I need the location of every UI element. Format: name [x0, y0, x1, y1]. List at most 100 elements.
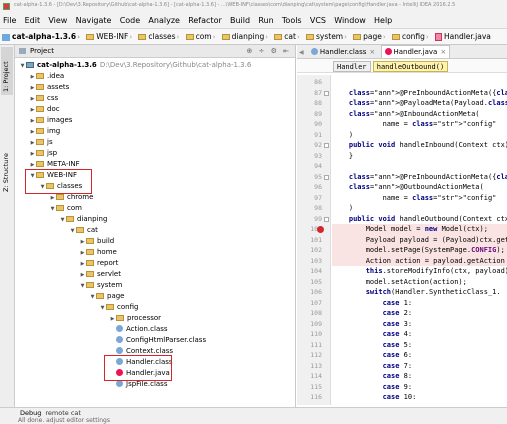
- menu-file[interactable]: File: [0, 13, 19, 25]
- code-line[interactable]: model.setAction(action);: [332, 277, 507, 288]
- code-line[interactable]: Payload payload = (Payload)ctx.get: [332, 234, 507, 245]
- tree-item-img[interactable]: ▶ img: [29, 126, 61, 137]
- menu-help[interactable]: Help: [371, 13, 395, 25]
- expand-arrow-icon[interactable]: ▼: [19, 61, 26, 72]
- code-line[interactable]: case 2:: [332, 308, 507, 319]
- tree-item-js[interactable]: ▶ js: [29, 137, 53, 148]
- tree-item-jsp[interactable]: ▶ jsp: [29, 148, 57, 159]
- code-area[interactable]: class="ann">@PreInboundActionMeta({class…: [332, 75, 507, 405]
- code-line[interactable]: model.setPage(SystemPage.CONFIG);: [332, 245, 507, 256]
- code-line[interactable]: [332, 161, 507, 172]
- tree-item-images[interactable]: ▶ images: [29, 115, 73, 126]
- code-line[interactable]: ): [332, 203, 507, 214]
- menu-analyze[interactable]: Analyze: [145, 13, 183, 25]
- code-line[interactable]: Action action = payload.getAction: [332, 255, 507, 266]
- tree-item-report[interactable]: ▶ report: [79, 258, 119, 269]
- tree-item-assets[interactable]: ▶ assets: [29, 82, 70, 93]
- expand-arrow-icon[interactable]: ▼: [99, 303, 106, 314]
- debug-tool-tab[interactable]: Debug remote cat: [20, 409, 81, 417]
- breakpoint-icon[interactable]: [317, 226, 324, 233]
- menu-edit[interactable]: Edit: [22, 13, 44, 25]
- editor-crumb-class[interactable]: Handler: [333, 61, 371, 72]
- expand-arrow-icon[interactable]: ▼: [89, 292, 96, 303]
- menu-vcs[interactable]: VCS: [307, 13, 329, 25]
- code-line[interactable]: class="ann">@InboundActionMeta(: [332, 109, 507, 120]
- editor-crumb-method[interactable]: handleOutbound(): [372, 61, 449, 72]
- fold-marker-icon[interactable]: [324, 90, 329, 96]
- nav-crumb-classes[interactable]: classes›: [136, 29, 181, 44]
- tree-item-doc[interactable]: ▶ doc: [29, 104, 60, 115]
- nav-crumb-system[interactable]: system›: [304, 29, 349, 44]
- tree-item-config[interactable]: ▼ config: [99, 302, 139, 314]
- menu-tools[interactable]: Tools: [279, 13, 305, 25]
- panel-controls-icon[interactable]: ⊕ ÷ ⚙ ⇤: [246, 47, 291, 55]
- code-line[interactable]: public void handleOutbound(Context ctx: [332, 214, 507, 225]
- code-line[interactable]: name = class="str">"config": [332, 193, 507, 204]
- menu-code[interactable]: Code: [117, 13, 143, 25]
- menu-run[interactable]: Run: [255, 13, 276, 25]
- tree-item-dianping[interactable]: ▼ dianping: [59, 214, 108, 226]
- tree-item-com[interactable]: ▼ com: [49, 203, 82, 214]
- tree-item-system[interactable]: ▼ system: [79, 280, 123, 292]
- tree-item-build[interactable]: ▶ build: [79, 236, 115, 247]
- tree-item-servlet[interactable]: ▶ servlet: [79, 269, 121, 280]
- expand-arrow-icon[interactable]: ▼: [79, 281, 86, 292]
- tree-item-action-class[interactable]: ▶Action.class: [109, 324, 168, 335]
- code-line[interactable]: class="ann">@PreInboundActionMeta({class…: [332, 88, 507, 99]
- nav-crumb-dianping[interactable]: dianping›: [220, 29, 270, 44]
- code-line[interactable]: }: [332, 151, 507, 162]
- code-line[interactable]: class="ann">@PayloadMeta(Payload.class): [332, 98, 507, 109]
- code-line[interactable]: case 4:: [332, 329, 507, 340]
- nav-crumb-web-inf[interactable]: WEB-INF›: [84, 29, 134, 44]
- tool-tab-project[interactable]: 1: Project: [1, 47, 13, 95]
- tree-item-cat[interactable]: ▼ cat: [69, 225, 98, 236]
- expand-arrow-icon[interactable]: ▼: [69, 226, 76, 237]
- tree-item-idea[interactable]: ▶ .idea: [29, 71, 65, 82]
- tool-tab-structure[interactable]: Z: Structure: [1, 137, 13, 195]
- code-line[interactable]: switch(Handler.SyntheticClass_1.: [332, 287, 507, 298]
- code-line[interactable]: ): [332, 130, 507, 141]
- nav-crumb-handler-java[interactable]: Handler.java: [433, 29, 493, 44]
- tree-item-css[interactable]: ▶ css: [29, 93, 59, 104]
- menu-navigate[interactable]: Navigate: [73, 13, 115, 25]
- nav-crumb-page[interactable]: page›: [351, 29, 388, 44]
- project-panel-title[interactable]: Project: [30, 47, 54, 55]
- tree-item-home[interactable]: ▶ home: [79, 247, 117, 258]
- code-line[interactable]: class="ann">@OutboundActionMeta(: [332, 182, 507, 193]
- tree-item-confightmlparser-class[interactable]: ▶ConfigHtmlParser.class: [109, 335, 206, 346]
- code-line[interactable]: name = class="str">"config": [332, 119, 507, 130]
- code-line[interactable]: case 1:: [332, 298, 507, 309]
- code-line[interactable]: case 6:: [332, 350, 507, 361]
- expand-arrow-icon[interactable]: ▼: [49, 204, 56, 215]
- code-line[interactable]: case 7:: [332, 361, 507, 372]
- menu-refactor[interactable]: Refactor: [185, 13, 225, 25]
- tree-item-page[interactable]: ▼ page: [89, 291, 125, 303]
- menu-build[interactable]: Build: [227, 13, 253, 25]
- code-line[interactable]: case 10:: [332, 392, 507, 403]
- tab-scroll-icon[interactable]: ◀: [297, 46, 306, 59]
- code-line[interactable]: Model model = new Model(ctx);: [332, 224, 507, 235]
- fold-marker-icon[interactable]: [324, 174, 329, 180]
- code-line[interactable]: this.storeModifyInfo(ctx, payload);: [332, 266, 507, 277]
- code-line[interactable]: case 8:: [332, 371, 507, 382]
- code-line[interactable]: case 5:: [332, 340, 507, 351]
- nav-crumb-project[interactable]: cat-alpha-1.3.6›: [0, 29, 82, 44]
- nav-crumb-config[interactable]: config›: [390, 29, 431, 44]
- fold-marker-icon[interactable]: [324, 216, 329, 222]
- code-line[interactable]: class="ann">@PreInboundActionMeta({class…: [332, 172, 507, 183]
- code-line[interactable]: case 9:: [332, 382, 507, 393]
- code-line[interactable]: case 3:: [332, 319, 507, 330]
- menu-view[interactable]: View: [45, 13, 70, 25]
- code-line[interactable]: public void handleInbound(Context ctx): [332, 140, 507, 151]
- tab-handler-class[interactable]: Handler.class ×: [308, 46, 378, 59]
- expand-arrow-icon[interactable]: ▼: [59, 215, 66, 226]
- nav-crumb-com[interactable]: com›: [184, 29, 218, 44]
- code-line[interactable]: [332, 77, 507, 88]
- tab-handler-java[interactable]: Handler.java ×: [380, 45, 451, 58]
- tree-item-cat-alpha[interactable]: ▼ cat-alpha-1.3.6 D:\Dev\3.Repository\Gith…: [19, 60, 252, 72]
- nav-crumb-cat[interactable]: cat›: [272, 29, 301, 44]
- fold-marker-icon[interactable]: [324, 143, 329, 148]
- tree-item-processor[interactable]: ▶ processor: [109, 313, 162, 324]
- menu-window[interactable]: Window: [331, 13, 369, 25]
- close-icon[interactable]: ×: [440, 48, 446, 56]
